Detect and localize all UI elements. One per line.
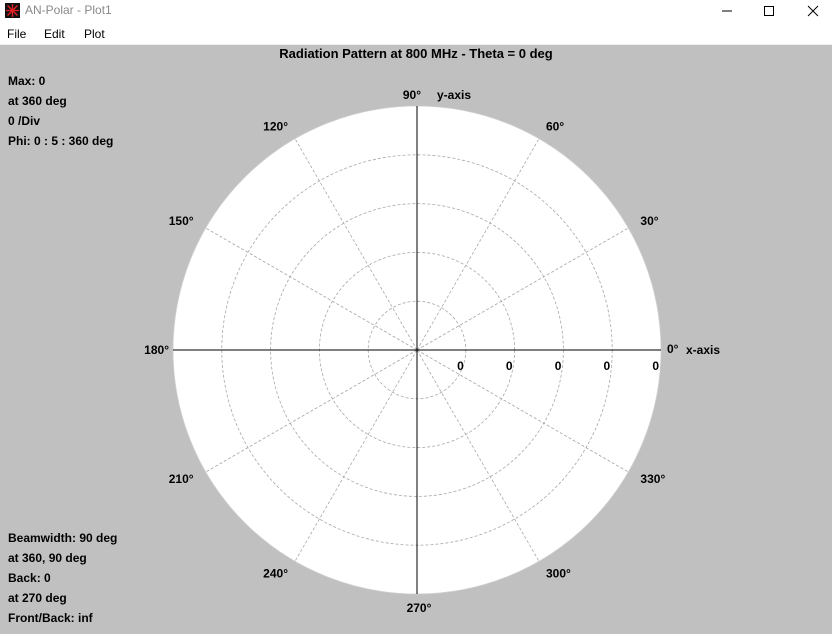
angle-label-60: 60° [546,120,564,134]
angle-label-270: 270° [407,601,432,615]
ring-value-label-4: 0 [604,359,611,373]
angle-label-240: 240° [263,566,288,580]
y-axis-label: y-axis [437,88,471,102]
angle-label-150: 150° [169,214,194,228]
ring-value-label-2: 0 [506,359,513,373]
angle-label-210: 210° [169,472,194,486]
polar-chart: 0° 30° 60° 90° 120° 150° 180° 210° 240° 270° 300° 3… [144,88,720,615]
angle-label-300: 300° [546,566,571,580]
angle-label-90: 90° [403,88,421,102]
angle-label-0: 0° [667,342,679,356]
angle-label-120: 120° [263,120,288,134]
angle-label-330: 330° [640,472,665,486]
ring-value-label-1: 0 [457,359,464,373]
angle-label-180: 180° [144,343,169,357]
angle-label-30: 30° [640,214,658,228]
ring-value-label-5: 0 [652,359,659,373]
ring-value-label-3: 0 [555,359,562,373]
x-axis-label: x-axis [686,343,720,357]
